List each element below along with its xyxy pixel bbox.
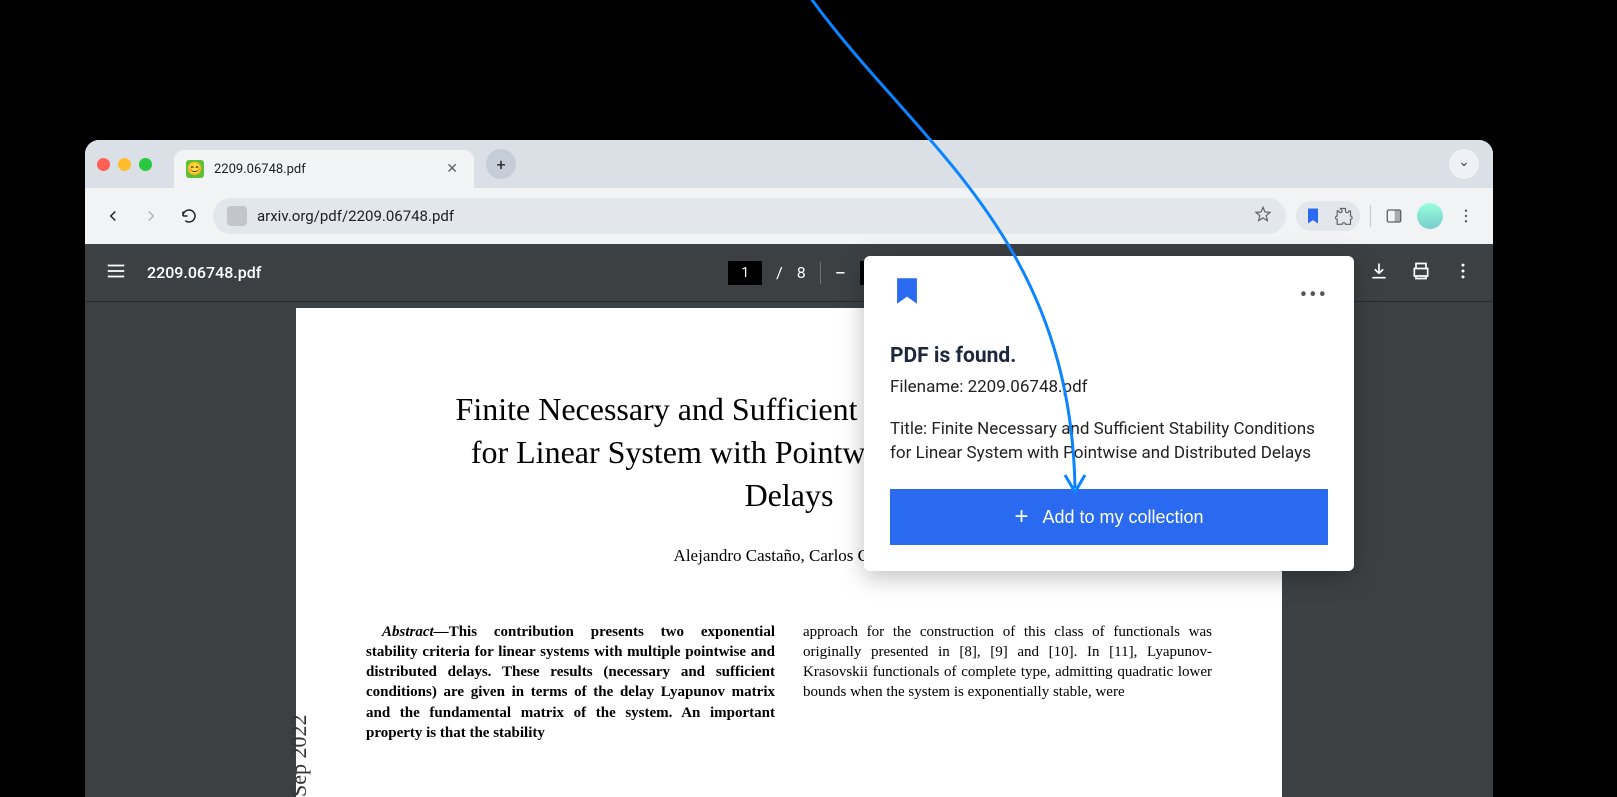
page-total: 8 (797, 263, 806, 282)
browser-menu-icon[interactable] (1453, 203, 1479, 229)
tab-favicon-icon: 😊 (186, 160, 204, 178)
extension-filename-label: Filename: (890, 377, 968, 397)
reload-button[interactable] (175, 202, 203, 230)
tab-title: 2209.06748.pdf (214, 162, 442, 177)
page-number-input[interactable]: 1 (728, 261, 762, 285)
extension-title-line: Title: Finite Necessary and Sufficient S… (890, 418, 1328, 466)
address-bar[interactable]: arxiv.org/pdf/2209.06748.pdf (213, 198, 1286, 234)
abstract-label: Abstract— (382, 624, 449, 640)
side-panel-icon[interactable] (1381, 203, 1407, 229)
pdf-menu-icon[interactable] (105, 260, 127, 286)
toolbar-divider (820, 262, 821, 284)
extension-filename-value: 2209.06748.pdf (968, 377, 1088, 397)
extension-more-icon[interactable]: ••• (1300, 283, 1328, 308)
extension-header: ••• (890, 274, 1328, 316)
address-bar-row: arxiv.org/pdf/2209.06748.pdf (85, 188, 1493, 244)
toolbar-divider (1370, 205, 1371, 227)
extension-status-heading: PDF is found. (890, 344, 1328, 368)
extensions-pill (1296, 201, 1360, 231)
pdf-toolbar-right (1369, 261, 1473, 285)
extension-filename-line: Filename: 2209.06748.pdf (890, 376, 1328, 400)
nav-back-button[interactable] (99, 202, 127, 230)
url-text: arxiv.org/pdf/2209.06748.pdf (257, 207, 1244, 225)
nav-forward-button[interactable] (137, 202, 165, 230)
maximize-window-button[interactable] (139, 158, 152, 171)
bookmark-extension-icon[interactable] (1302, 205, 1324, 227)
site-info-icon[interactable] (227, 206, 247, 226)
minimize-window-button[interactable] (118, 158, 131, 171)
extension-popup: ••• PDF is found. Filename: 2209.06748.p… (864, 256, 1354, 571)
add-button-label: Add to my collection (1042, 507, 1203, 528)
extension-title-value: Finite Necessary and Sufficient Stabilit… (890, 419, 1315, 463)
paper-columns: Abstract—This contribution presents two … (366, 622, 1212, 744)
plus-icon: + (1014, 503, 1028, 531)
arxiv-watermark: Sep 2022 (286, 715, 312, 797)
add-to-collection-button[interactable]: + Add to my collection (890, 489, 1328, 545)
new-tab-button[interactable]: + (486, 149, 516, 179)
bookmark-star-icon[interactable] (1254, 205, 1272, 227)
print-icon[interactable] (1411, 261, 1431, 285)
close-window-button[interactable] (97, 158, 110, 171)
zoom-out-button[interactable]: − (835, 261, 846, 285)
extensions-menu-icon[interactable] (1332, 205, 1354, 227)
paper-col-left: Abstract—This contribution presents two … (366, 622, 775, 744)
tab-close-icon[interactable]: ✕ (442, 159, 462, 179)
window-controls (97, 158, 152, 171)
paper-title-line: Delays (745, 477, 834, 513)
pdf-more-icon[interactable] (1453, 261, 1473, 285)
page-separator: / (776, 263, 783, 282)
tab-list-dropdown-button[interactable] (1449, 149, 1479, 179)
download-icon[interactable] (1369, 261, 1389, 285)
browser-tab[interactable]: 😊 2209.06748.pdf ✕ (174, 150, 474, 188)
extension-title-label: Title: (890, 419, 931, 439)
paper-col-right: approach for the construction of this cl… (803, 622, 1212, 744)
pdf-filename: 2209.06748.pdf (147, 263, 261, 282)
extension-logo-icon (890, 274, 924, 316)
abstract-text: This contribution presents two exponenti… (366, 624, 775, 741)
tab-strip: 😊 2209.06748.pdf ✕ + (85, 140, 1493, 188)
profile-avatar[interactable] (1417, 203, 1443, 229)
